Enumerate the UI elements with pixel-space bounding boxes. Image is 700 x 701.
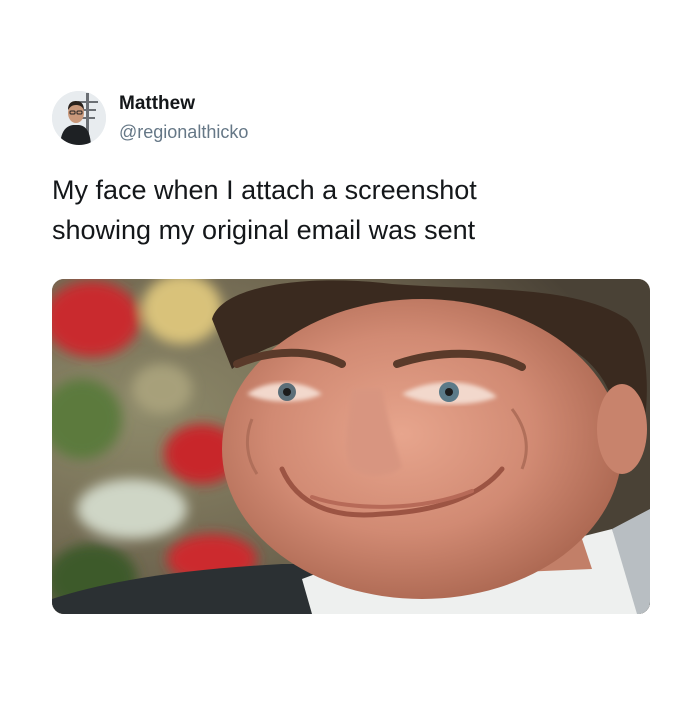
tweet-text-line: My face when I attach a screenshot — [52, 175, 477, 205]
display-name[interactable]: Matthew — [119, 93, 195, 115]
tweet-card: Matthew @regionalthicko My face when I a… — [0, 0, 700, 701]
tweet-text: My face when I attach a screenshot showi… — [52, 170, 652, 250]
tweet-media[interactable] — [52, 279, 650, 614]
tweet-text-line: showing my original email was sent — [52, 215, 476, 245]
profile-photo-icon — [52, 91, 106, 145]
user-handle[interactable]: @regionalthicko — [119, 121, 248, 143]
smirking-man-photo-icon — [52, 279, 650, 614]
avatar[interactable] — [52, 91, 106, 145]
